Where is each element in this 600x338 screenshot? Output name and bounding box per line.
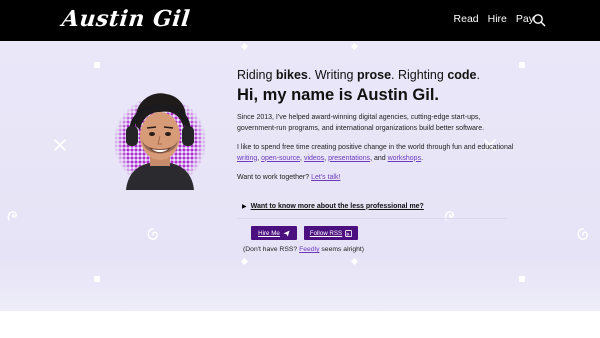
- avatar: [112, 82, 208, 190]
- decor-diamond: [240, 42, 249, 51]
- work-together-paragraph: Want to work together? Let's talk!: [237, 174, 341, 181]
- rss-note: (Don't have RSS? Feedly seems alright): [243, 246, 365, 253]
- follow-rss-button[interactable]: Follow RSS: [304, 226, 358, 240]
- decor-swirl-icon: [147, 228, 158, 240]
- nav-hire-link[interactable]: Hire: [488, 13, 507, 25]
- decor-square: [94, 276, 100, 282]
- decor-swirl-icon: [7, 211, 17, 221]
- hero-content: Riding bikes. Writing prose. Righting co…: [237, 68, 517, 219]
- main-nav: Read Hire Pay: [454, 13, 534, 25]
- nav-read-link[interactable]: Read: [454, 13, 479, 25]
- open-source-link[interactable]: open-source: [261, 155, 300, 162]
- paper-plane-icon: [283, 229, 290, 237]
- details-summary[interactable]: Want to know more about the less profess…: [251, 203, 424, 210]
- decor-diamond: [240, 257, 249, 266]
- page-title: Hi, my name is Austin Gil.: [237, 86, 440, 104]
- search-icon[interactable]: [532, 13, 546, 27]
- decor-square: [519, 62, 525, 68]
- decor-cross-icon: [54, 139, 66, 151]
- rss-icon: [345, 229, 353, 237]
- decor-swirl-icon: [577, 228, 588, 240]
- workshops-link[interactable]: workshops: [388, 155, 421, 162]
- decor-square: [94, 62, 100, 68]
- site-logo[interactable]: Austin Gil: [61, 6, 192, 32]
- change-paragraph: I like to spend free time creating posit…: [237, 144, 514, 162]
- tagline: Riding bikes. Writing prose. Righting co…: [237, 68, 480, 82]
- disclosure-triangle-icon[interactable]: ▶: [242, 203, 247, 210]
- decor-diamond: [350, 257, 359, 266]
- writing-link[interactable]: writing: [237, 155, 257, 162]
- hire-me-button[interactable]: Hire Me: [251, 226, 297, 240]
- intro-paragraph: Since 2013, I've helped award-winning di…: [237, 114, 485, 132]
- feedly-link[interactable]: Feedly: [299, 246, 319, 253]
- about-details[interactable]: ▶ Want to know more about the less profes…: [237, 193, 507, 219]
- follow-rss-label: Follow RSS: [309, 229, 343, 237]
- lets-talk-link[interactable]: Let's talk!: [311, 174, 340, 181]
- decor-square: [519, 276, 525, 282]
- videos-link[interactable]: videos: [304, 155, 324, 162]
- site-header: Austin Gil Read Hire Pay: [0, 0, 600, 41]
- decor-diamond: [350, 42, 359, 51]
- presentations-link[interactable]: presentations: [328, 155, 370, 162]
- avatar-portrait: [126, 93, 194, 190]
- hire-me-label: Hire Me: [258, 229, 280, 237]
